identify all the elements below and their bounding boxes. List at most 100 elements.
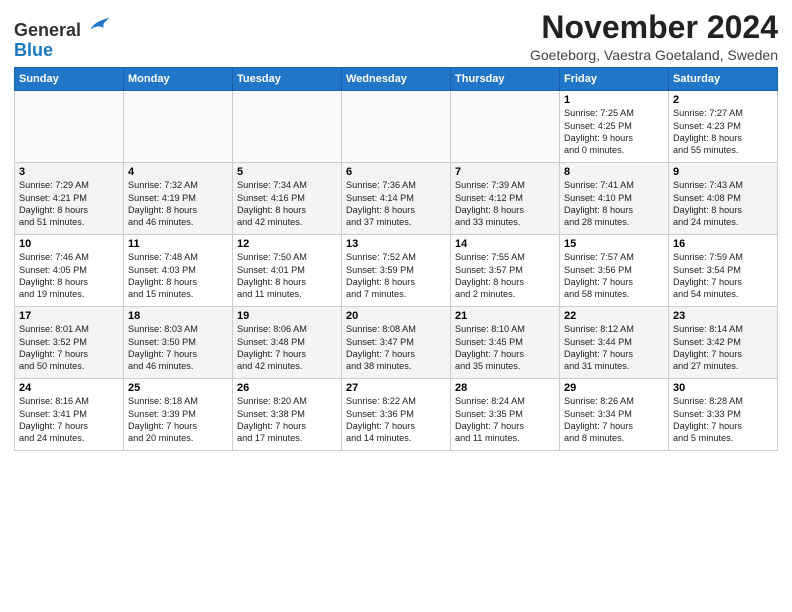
- day-info: Sunrise: 7:36 AM Sunset: 4:14 PM Dayligh…: [346, 179, 446, 229]
- day-number: 30: [673, 382, 773, 394]
- day-info: Sunrise: 8:01 AM Sunset: 3:52 PM Dayligh…: [19, 323, 119, 373]
- day-number: 23: [673, 310, 773, 322]
- day-info: Sunrise: 8:06 AM Sunset: 3:48 PM Dayligh…: [237, 323, 337, 373]
- day-number: 18: [128, 310, 228, 322]
- day-info: Sunrise: 7:34 AM Sunset: 4:16 PM Dayligh…: [237, 179, 337, 229]
- calendar-table: Sunday Monday Tuesday Wednesday Thursday…: [14, 67, 778, 451]
- table-row: 18Sunrise: 8:03 AM Sunset: 3:50 PM Dayli…: [124, 307, 233, 379]
- table-row: 8Sunrise: 7:41 AM Sunset: 4:10 PM Daylig…: [560, 163, 669, 235]
- day-number: 12: [237, 238, 337, 250]
- table-row: 13Sunrise: 7:52 AM Sunset: 3:59 PM Dayli…: [342, 235, 451, 307]
- day-number: 7: [455, 166, 555, 178]
- table-row: 4Sunrise: 7:32 AM Sunset: 4:19 PM Daylig…: [124, 163, 233, 235]
- header-sunday: Sunday: [15, 68, 124, 91]
- day-info: Sunrise: 8:12 AM Sunset: 3:44 PM Dayligh…: [564, 323, 664, 373]
- header-saturday: Saturday: [669, 68, 778, 91]
- table-row: 1Sunrise: 7:25 AM Sunset: 4:25 PM Daylig…: [560, 91, 669, 163]
- table-row: 14Sunrise: 7:55 AM Sunset: 3:57 PM Dayli…: [451, 235, 560, 307]
- day-number: 1: [564, 94, 664, 106]
- day-info: Sunrise: 8:18 AM Sunset: 3:39 PM Dayligh…: [128, 395, 228, 445]
- header-friday: Friday: [560, 68, 669, 91]
- day-info: Sunrise: 7:59 AM Sunset: 3:54 PM Dayligh…: [673, 251, 773, 301]
- logo-blue: Blue: [14, 40, 53, 60]
- table-row: 21Sunrise: 8:10 AM Sunset: 3:45 PM Dayli…: [451, 307, 560, 379]
- header-thursday: Thursday: [451, 68, 560, 91]
- header-monday: Monday: [124, 68, 233, 91]
- table-row: 17Sunrise: 8:01 AM Sunset: 3:52 PM Dayli…: [15, 307, 124, 379]
- table-row: 26Sunrise: 8:20 AM Sunset: 3:38 PM Dayli…: [233, 379, 342, 451]
- logo-line1: General: [14, 14, 111, 41]
- day-info: Sunrise: 7:48 AM Sunset: 4:03 PM Dayligh…: [128, 251, 228, 301]
- table-row: [15, 91, 124, 163]
- day-info: Sunrise: 8:22 AM Sunset: 3:36 PM Dayligh…: [346, 395, 446, 445]
- table-row: 9Sunrise: 7:43 AM Sunset: 4:08 PM Daylig…: [669, 163, 778, 235]
- table-row: 27Sunrise: 8:22 AM Sunset: 3:36 PM Dayli…: [342, 379, 451, 451]
- table-row: 20Sunrise: 8:08 AM Sunset: 3:47 PM Dayli…: [342, 307, 451, 379]
- calendar-week-row: 17Sunrise: 8:01 AM Sunset: 3:52 PM Dayli…: [15, 307, 778, 379]
- table-row: 23Sunrise: 8:14 AM Sunset: 3:42 PM Dayli…: [669, 307, 778, 379]
- location-subtitle: Goeteborg, Vaestra Goetaland, Sweden: [530, 47, 778, 63]
- day-number: 14: [455, 238, 555, 250]
- day-number: 28: [455, 382, 555, 394]
- day-number: 11: [128, 238, 228, 250]
- day-info: Sunrise: 8:08 AM Sunset: 3:47 PM Dayligh…: [346, 323, 446, 373]
- day-info: Sunrise: 7:25 AM Sunset: 4:25 PM Dayligh…: [564, 107, 664, 157]
- day-number: 6: [346, 166, 446, 178]
- table-row: 25Sunrise: 8:18 AM Sunset: 3:39 PM Dayli…: [124, 379, 233, 451]
- day-info: Sunrise: 8:28 AM Sunset: 3:33 PM Dayligh…: [673, 395, 773, 445]
- table-row: 15Sunrise: 7:57 AM Sunset: 3:56 PM Dayli…: [560, 235, 669, 307]
- table-row: 29Sunrise: 8:26 AM Sunset: 3:34 PM Dayli…: [560, 379, 669, 451]
- day-info: Sunrise: 8:20 AM Sunset: 3:38 PM Dayligh…: [237, 395, 337, 445]
- table-row: 12Sunrise: 7:50 AM Sunset: 4:01 PM Dayli…: [233, 235, 342, 307]
- day-number: 3: [19, 166, 119, 178]
- header-tuesday: Tuesday: [233, 68, 342, 91]
- title-block: November 2024 Goeteborg, Vaestra Goetala…: [530, 10, 778, 63]
- calendar-week-row: 24Sunrise: 8:16 AM Sunset: 3:41 PM Dayli…: [15, 379, 778, 451]
- day-info: Sunrise: 7:39 AM Sunset: 4:12 PM Dayligh…: [455, 179, 555, 229]
- day-info: Sunrise: 8:14 AM Sunset: 3:42 PM Dayligh…: [673, 323, 773, 373]
- day-number: 13: [346, 238, 446, 250]
- day-number: 27: [346, 382, 446, 394]
- day-number: 5: [237, 166, 337, 178]
- month-title: November 2024: [530, 10, 778, 45]
- day-info: Sunrise: 7:50 AM Sunset: 4:01 PM Dayligh…: [237, 251, 337, 301]
- day-number: 26: [237, 382, 337, 394]
- table-row: 24Sunrise: 8:16 AM Sunset: 3:41 PM Dayli…: [15, 379, 124, 451]
- table-row: 10Sunrise: 7:46 AM Sunset: 4:05 PM Dayli…: [15, 235, 124, 307]
- table-row: 16Sunrise: 7:59 AM Sunset: 3:54 PM Dayli…: [669, 235, 778, 307]
- day-number: 16: [673, 238, 773, 250]
- table-row: 30Sunrise: 8:28 AM Sunset: 3:33 PM Dayli…: [669, 379, 778, 451]
- day-info: Sunrise: 7:43 AM Sunset: 4:08 PM Dayligh…: [673, 179, 773, 229]
- day-info: Sunrise: 8:24 AM Sunset: 3:35 PM Dayligh…: [455, 395, 555, 445]
- calendar-week-row: 3Sunrise: 7:29 AM Sunset: 4:21 PM Daylig…: [15, 163, 778, 235]
- day-number: 4: [128, 166, 228, 178]
- day-info: Sunrise: 7:29 AM Sunset: 4:21 PM Dayligh…: [19, 179, 119, 229]
- calendar-header-row: Sunday Monday Tuesday Wednesday Thursday…: [15, 68, 778, 91]
- day-number: 22: [564, 310, 664, 322]
- table-row: [342, 91, 451, 163]
- day-number: 8: [564, 166, 664, 178]
- table-row: 7Sunrise: 7:39 AM Sunset: 4:12 PM Daylig…: [451, 163, 560, 235]
- day-info: Sunrise: 7:55 AM Sunset: 3:57 PM Dayligh…: [455, 251, 555, 301]
- day-number: 10: [19, 238, 119, 250]
- day-number: 19: [237, 310, 337, 322]
- day-number: 2: [673, 94, 773, 106]
- day-number: 21: [455, 310, 555, 322]
- table-row: 2Sunrise: 7:27 AM Sunset: 4:23 PM Daylig…: [669, 91, 778, 163]
- day-info: Sunrise: 7:27 AM Sunset: 4:23 PM Dayligh…: [673, 107, 773, 157]
- calendar-week-row: 10Sunrise: 7:46 AM Sunset: 4:05 PM Dayli…: [15, 235, 778, 307]
- day-info: Sunrise: 8:10 AM Sunset: 3:45 PM Dayligh…: [455, 323, 555, 373]
- page: General Blue November 2024 Goeteborg, Va…: [0, 0, 792, 459]
- table-row: [451, 91, 560, 163]
- table-row: 5Sunrise: 7:34 AM Sunset: 4:16 PM Daylig…: [233, 163, 342, 235]
- day-info: Sunrise: 7:41 AM Sunset: 4:10 PM Dayligh…: [564, 179, 664, 229]
- header-wednesday: Wednesday: [342, 68, 451, 91]
- day-number: 25: [128, 382, 228, 394]
- header: General Blue November 2024 Goeteborg, Va…: [14, 10, 778, 63]
- day-number: 17: [19, 310, 119, 322]
- logo-general: General: [14, 20, 81, 40]
- day-info: Sunrise: 8:03 AM Sunset: 3:50 PM Dayligh…: [128, 323, 228, 373]
- day-number: 9: [673, 166, 773, 178]
- calendar-week-row: 1Sunrise: 7:25 AM Sunset: 4:25 PM Daylig…: [15, 91, 778, 163]
- table-row: 6Sunrise: 7:36 AM Sunset: 4:14 PM Daylig…: [342, 163, 451, 235]
